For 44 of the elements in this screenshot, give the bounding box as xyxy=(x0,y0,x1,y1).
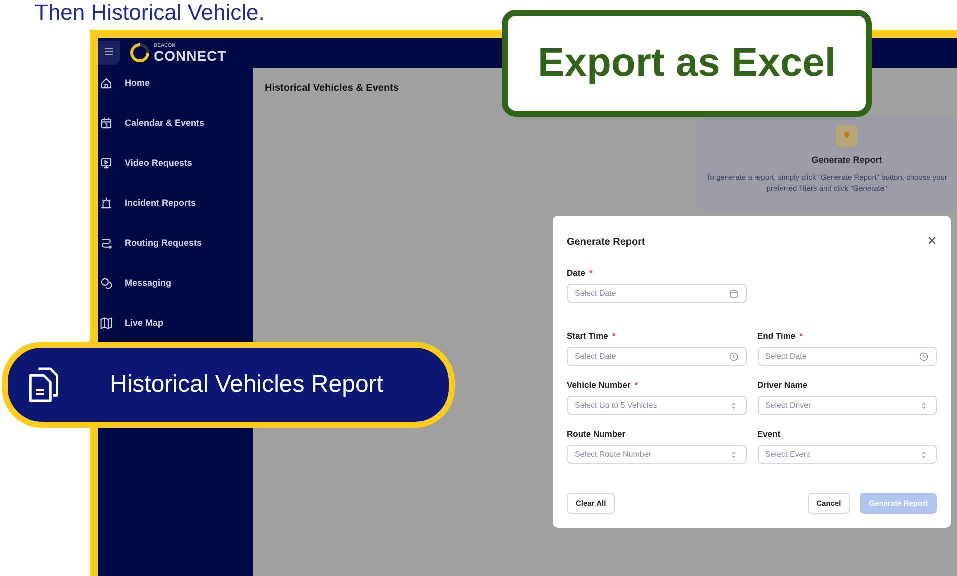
logo-text: CONNECT xyxy=(154,48,227,62)
dropdown-field[interactable]: Select Event xyxy=(758,445,937,464)
field-label: Driver Name xyxy=(758,380,809,390)
field-label: End Time * xyxy=(758,331,804,341)
field-label: Date * xyxy=(567,268,594,278)
sidebar-item[interactable]: Live Map xyxy=(100,314,253,332)
close-button[interactable]: × xyxy=(928,234,937,250)
chat-icon xyxy=(100,276,113,290)
field-label: Event xyxy=(758,429,782,439)
field-label: Route Number xyxy=(567,429,627,439)
map-icon xyxy=(100,316,113,330)
page-title: Historical Vehicles & Events xyxy=(265,83,399,94)
home-icon xyxy=(100,76,113,90)
slide-heading: Then Historical Vehicle. xyxy=(35,0,265,26)
route-icon xyxy=(100,236,113,250)
sidebar-item[interactable]: Routing Requests xyxy=(100,234,253,252)
sort-icon xyxy=(919,400,929,410)
callout-label: Export as Excel xyxy=(502,10,872,117)
field-label: Vehicle Number * xyxy=(567,380,640,390)
sidebar-item[interactable]: Messaging xyxy=(100,274,253,292)
menu-icon[interactable]: ≡ xyxy=(98,41,120,65)
lightbulb-icon xyxy=(836,125,858,147)
dropdown-field[interactable]: Select Up to 5 Vehicles xyxy=(567,396,746,415)
sidebar-item[interactable]: Home xyxy=(100,74,253,92)
video-icon xyxy=(100,156,113,170)
input-field[interactable]: Select Date xyxy=(567,284,746,303)
sort-icon xyxy=(919,450,929,460)
calendar-icon xyxy=(728,288,738,298)
sidebar-item[interactable]: Video Requests xyxy=(100,154,253,172)
clock-icon xyxy=(728,352,738,362)
card-title: Generate Report xyxy=(812,155,882,165)
input-field[interactable]: Select Date xyxy=(567,347,746,366)
sidebar-item[interactable]: Incident Reports xyxy=(100,194,253,212)
ring-logo-icon xyxy=(130,43,150,63)
menu-callout-text: Historical Vehicles Report xyxy=(110,371,384,399)
sidebar-item[interactable]: Calendar & Events xyxy=(100,114,253,132)
field-label: Start Time * xyxy=(567,331,617,341)
clock-icon xyxy=(919,352,929,362)
input-field[interactable]: Select Date xyxy=(758,347,937,366)
dropdown-field[interactable]: Select Route Number xyxy=(567,445,746,464)
calendar-icon xyxy=(100,116,113,130)
documents-icon xyxy=(28,366,60,404)
dialog-title: Generate Report xyxy=(567,236,646,248)
dropdown-field[interactable]: Select Driver xyxy=(758,396,937,415)
